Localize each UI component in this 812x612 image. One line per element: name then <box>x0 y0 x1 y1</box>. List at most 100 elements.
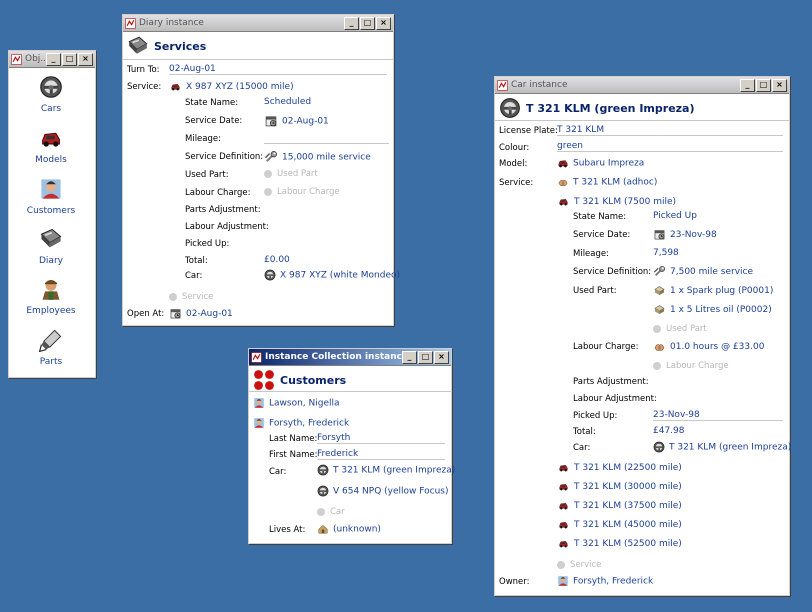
state-name-value[interactable]: Picked Up <box>653 211 697 221</box>
collection-titlebar[interactable]: Instance Collection instance _ □ × <box>249 349 451 366</box>
window-title: Obj... <box>25 54 46 64</box>
service-link[interactable]: X 987 XYZ (15000 mile) <box>169 81 294 92</box>
calendar-icon <box>653 228 666 241</box>
maximize-button[interactable]: □ <box>62 52 77 66</box>
labour-charge-label: Labour Charge: <box>185 188 251 198</box>
close-button[interactable]: × <box>376 16 391 30</box>
car-text: V 654 NPQ (yellow Focus) <box>333 486 449 497</box>
redcar-icon <box>557 538 570 549</box>
service-label: Service: <box>127 82 162 92</box>
object-item-models[interactable]: Models <box>9 126 93 165</box>
mileage-value[interactable]: 7,598 <box>653 248 679 258</box>
part-link[interactable]: 1 x 5 Litres oil (P0002) <box>653 303 772 316</box>
colour-field[interactable]: green <box>557 141 783 152</box>
customer-person-icon <box>39 177 63 201</box>
service-placeholder[interactable]: Service <box>169 292 213 302</box>
part-text: 1 x Spark plug (P0001) <box>670 286 774 296</box>
used-part-placeholder[interactable]: Used Part <box>653 324 707 334</box>
model-label: Model: <box>499 159 528 169</box>
labour-charge-placeholder[interactable]: Labour Charge <box>264 187 340 197</box>
close-button[interactable]: × <box>434 350 449 364</box>
redcar-icon <box>557 519 570 530</box>
model-text: Subaru Impreza <box>573 158 645 169</box>
license-field[interactable]: T 321 KLM <box>557 125 783 136</box>
part-link[interactable]: 1 x Spark plug (P0001) <box>653 284 773 297</box>
object-item-customers[interactable]: Customers <box>9 177 93 216</box>
house-icon <box>317 523 329 535</box>
service-link[interactable]: T 321 KLM (22500 mile) <box>557 462 682 473</box>
service-text: T 321 KLM (45000 mile) <box>574 520 682 530</box>
service-date-value[interactable]: 23-Nov-98 <box>653 228 717 241</box>
labour-charge-link[interactable]: 01.0 hours @ £33.00 <box>653 340 764 353</box>
placeholder-dot-icon <box>264 187 272 196</box>
service-def-value[interactable]: 7,500 mile service <box>653 265 753 278</box>
objects-titlebar[interactable]: Obj... _ □ × <box>9 51 95 68</box>
labour-charge-placeholder[interactable]: Labour Charge <box>653 361 729 371</box>
object-item-employees[interactable]: Employees <box>9 277 93 316</box>
owner-label: Owner: <box>499 577 530 587</box>
service-placeholder[interactable]: Service <box>557 560 601 570</box>
object-item-parts[interactable]: Parts <box>9 328 93 367</box>
lives-at-label: Lives At: <box>269 525 306 535</box>
owner-link[interactable]: Forsyth, Frederick <box>557 575 653 587</box>
mileage-field[interactable] <box>264 143 389 144</box>
customer-name: Forsyth, Frederick <box>269 418 350 429</box>
placeholder-dot-icon <box>653 324 661 333</box>
maximize-button[interactable]: □ <box>360 16 375 30</box>
car-link[interactable]: X 987 XYZ (white Mondeo) <box>264 269 400 281</box>
minimize-button[interactable]: _ <box>402 350 417 364</box>
model-link[interactable]: Subaru Impreza <box>557 157 644 169</box>
car-text: X 987 XYZ (white Mondeo) <box>280 270 401 281</box>
object-label: Employees <box>26 306 76 316</box>
minimize-button[interactable]: _ <box>46 52 61 66</box>
diary-header: Services <box>123 32 393 60</box>
diary-book-icon <box>127 35 149 57</box>
service-link[interactable]: T 321 KLM (45000 mile) <box>557 519 682 530</box>
minimize-button[interactable]: _ <box>740 78 755 92</box>
customer-item[interactable]: Forsyth, Frederick <box>253 417 349 429</box>
lives-at-value[interactable]: (unknown) <box>317 523 381 535</box>
maximize-button[interactable]: □ <box>418 350 433 364</box>
service-link[interactable]: T 321 KLM (52500 mile) <box>557 538 682 549</box>
colour-label: Colour: <box>499 143 530 153</box>
service-link[interactable]: T 321 KLM (30000 mile) <box>557 481 682 492</box>
service-link[interactable]: T 321 KLM (adhoc) <box>557 176 657 188</box>
redcar-icon <box>557 500 570 511</box>
service-def-value[interactable]: 15,000 mile service <box>264 150 371 164</box>
car-label: Car: <box>269 467 287 477</box>
service-link[interactable]: T 321 KLM (37500 mile) <box>557 500 682 511</box>
last-name-field[interactable]: Forsyth <box>317 433 445 444</box>
diary-titlebar[interactable]: Diary instance _ □ × <box>123 15 393 32</box>
part-box-icon <box>653 284 666 297</box>
redcar-icon <box>557 481 570 492</box>
service-date-value[interactable]: 02-Aug-01 <box>264 114 329 128</box>
close-button[interactable]: × <box>772 78 787 92</box>
customer-item[interactable]: Lawson, Nigella <box>253 397 340 409</box>
car-link[interactable]: T 321 KLM (green Impreza) <box>653 441 791 453</box>
close-button[interactable]: × <box>78 52 93 66</box>
page-title: Services <box>154 39 207 53</box>
maximize-button[interactable]: □ <box>756 78 771 92</box>
car-link[interactable]: T 321 KLM (green Impreza) <box>317 464 455 476</box>
car-label: Car: <box>573 443 591 453</box>
turn-to-field[interactable]: 02-Aug-01 <box>169 64 387 75</box>
picked-up-field[interactable]: 23-Nov-98 <box>653 410 783 421</box>
service-text: T 321 KLM (52500 mile) <box>574 539 682 549</box>
open-at-value[interactable]: 02-Aug-01 <box>169 307 233 320</box>
labour-charge-label: Labour Charge: <box>573 342 639 352</box>
minimize-button[interactable]: _ <box>344 16 359 30</box>
car-label: Car: <box>185 271 203 281</box>
owner-text: Forsyth, Frederick <box>573 576 654 587</box>
total-label: Total: <box>573 427 596 437</box>
service-link[interactable]: T 321 KLM (7500 mile) <box>557 196 676 207</box>
first-name-field[interactable]: Frederick <box>317 449 445 460</box>
used-part-placeholder[interactable]: Used Part <box>264 169 318 179</box>
object-item-cars[interactable]: Cars <box>9 75 93 114</box>
part-box-icon <box>653 303 666 316</box>
car-link[interactable]: V 654 NPQ (yellow Focus) <box>317 485 448 497</box>
service-label: Service: <box>499 178 534 188</box>
car-placeholder[interactable]: Car <box>317 507 345 517</box>
object-item-diary[interactable]: Diary <box>9 227 93 266</box>
car-titlebar[interactable]: Car instance _ □ × <box>495 77 789 94</box>
state-name-value[interactable]: Scheduled <box>264 97 311 107</box>
